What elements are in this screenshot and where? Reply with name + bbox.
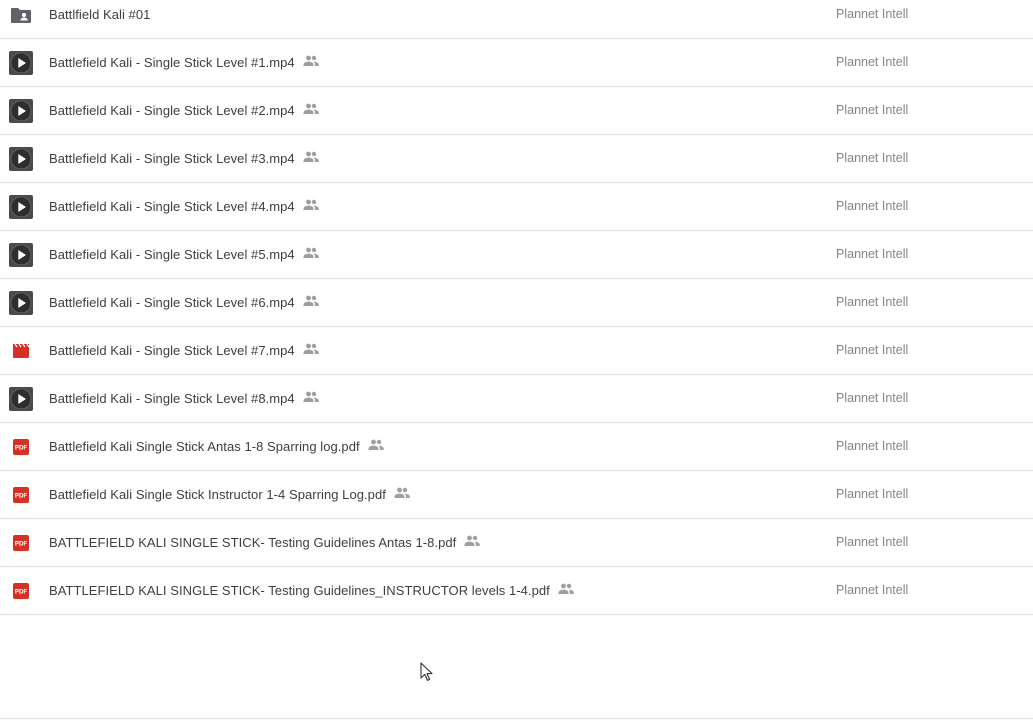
file-row-12[interactable]: PDF BATTLEFIELD KALI SINGLE STICK- Testi… (0, 519, 1033, 567)
file-owner: Plannet Intell (836, 247, 909, 261)
file-row-6[interactable]: Battlefield Kali - Single Stick Level #5… (0, 231, 1033, 279)
file-row-2[interactable]: Battlefield Kali - Single Stick Level #1… (0, 39, 1033, 87)
svg-text:PDF: PDF (15, 540, 28, 547)
video-play-icon (9, 242, 33, 267)
file-owner: Plannet Intell (836, 295, 909, 309)
pdf-icon: PDF (9, 531, 33, 555)
video-play-icon (9, 194, 33, 219)
file-name: Battlefield Kali - Single Stick Level #6… (49, 295, 295, 310)
file-name-cell: Battlefield Kali - Single Stick Level #8… (49, 375, 319, 422)
video-play-icon (9, 50, 33, 75)
pdf-icon: PDF (9, 435, 33, 459)
file-name: BATTLEFIELD KALI SINGLE STICK- Testing G… (49, 583, 550, 598)
file-name-cell: BATTLEFIELD KALI SINGLE STICK- Testing G… (49, 519, 480, 566)
file-name: Battlefield Kali - Single Stick Level #8… (49, 391, 295, 406)
file-name-cell: Battlefield Kali - Single Stick Level #5… (49, 231, 319, 278)
shared-people-icon (464, 533, 480, 549)
file-name: Battlefield Kali Single Stick Antas 1-8 … (49, 439, 360, 454)
file-name-cell: Battlefield Kali - Single Stick Level #2… (49, 87, 319, 134)
file-owner: Plannet Intell (836, 439, 909, 453)
video-play-icon (9, 290, 33, 315)
svg-text:PDF: PDF (15, 492, 28, 499)
file-row-10[interactable]: PDF Battlefield Kali Single Stick Antas … (0, 423, 1033, 471)
video-play-icon (9, 146, 33, 171)
file-name-cell: Battlefield Kali - Single Stick Level #1… (49, 39, 319, 86)
file-name: BATTLEFIELD KALI SINGLE STICK- Testing G… (49, 535, 457, 550)
shared-people-icon (303, 101, 319, 117)
file-name: Battlefield Kali - Single Stick Level #1… (49, 55, 295, 70)
file-name-cell: Battlefield Kali Single Stick Instructor… (49, 471, 410, 518)
video-play-icon (9, 386, 33, 411)
file-row-8[interactable]: Battlefield Kali - Single Stick Level #7… (0, 327, 1033, 375)
file-name-cell: Battlfield Kali #01 (49, 0, 150, 38)
file-row-5[interactable]: Battlefield Kali - Single Stick Level #4… (0, 183, 1033, 231)
list-bottom-divider (0, 718, 1033, 719)
file-row-9[interactable]: Battlefield Kali - Single Stick Level #8… (0, 375, 1033, 423)
file-row-11[interactable]: PDF Battlefield Kali Single Stick Instru… (0, 471, 1033, 519)
shared-people-icon (303, 389, 319, 405)
file-name-cell: Battlefield Kali Single Stick Antas 1-8 … (49, 423, 384, 470)
file-name-cell: Battlefield Kali - Single Stick Level #6… (49, 279, 319, 326)
pdf-icon: PDF (9, 483, 33, 507)
file-row-1[interactable]: Battlfield Kali #01 Plannet Intell (0, 0, 1033, 39)
file-name: Battlefield Kali - Single Stick Level #3… (49, 151, 295, 166)
video-play-icon (9, 98, 33, 123)
file-name: Battlefield Kali Single Stick Instructor… (49, 487, 386, 502)
shared-people-icon (303, 149, 319, 165)
file-name-cell: BATTLEFIELD KALI SINGLE STICK- Testing G… (49, 567, 574, 614)
file-name-cell: Battlefield Kali - Single Stick Level #7… (49, 327, 319, 374)
file-row-4[interactable]: Battlefield Kali - Single Stick Level #3… (0, 135, 1033, 183)
svg-text:PDF: PDF (15, 588, 28, 595)
shared-people-icon (303, 53, 319, 69)
file-name: Battlefield Kali - Single Stick Level #2… (49, 103, 295, 118)
shared-people-icon (303, 245, 319, 261)
shared-people-icon (303, 293, 319, 309)
file-owner: Plannet Intell (836, 199, 909, 213)
shared-folder-icon (9, 3, 33, 27)
file-name: Battlfield Kali #01 (49, 7, 151, 22)
shared-people-icon (394, 485, 410, 501)
mouse-cursor-icon (420, 662, 433, 681)
file-name-cell: Battlefield Kali - Single Stick Level #3… (49, 135, 319, 182)
file-row-13[interactable]: PDF BATTLEFIELD KALI SINGLE STICK- Testi… (0, 567, 1033, 615)
file-owner: Plannet Intell (836, 535, 909, 549)
video-file-icon (9, 339, 33, 363)
file-list: Battlfield Kali #01 Plannet Intell Battl… (0, 0, 1033, 615)
file-owner: Plannet Intell (836, 103, 909, 117)
file-name: Battlefield Kali - Single Stick Level #7… (49, 343, 295, 358)
file-owner: Plannet Intell (836, 55, 909, 69)
shared-people-icon (303, 341, 319, 357)
shared-people-icon (368, 437, 384, 453)
file-name: Battlefield Kali - Single Stick Level #4… (49, 199, 295, 214)
shared-people-icon (558, 581, 574, 597)
file-row-7[interactable]: Battlefield Kali - Single Stick Level #6… (0, 279, 1033, 327)
file-owner: Plannet Intell (836, 7, 909, 21)
file-owner: Plannet Intell (836, 487, 909, 501)
file-owner: Plannet Intell (836, 343, 909, 357)
file-owner: Plannet Intell (836, 583, 909, 597)
file-owner: Plannet Intell (836, 151, 909, 165)
file-name-cell: Battlefield Kali - Single Stick Level #4… (49, 183, 319, 230)
shared-people-icon (303, 197, 319, 213)
pdf-icon: PDF (9, 579, 33, 603)
file-row-3[interactable]: Battlefield Kali - Single Stick Level #2… (0, 87, 1033, 135)
svg-text:PDF: PDF (15, 444, 28, 451)
file-name: Battlefield Kali - Single Stick Level #5… (49, 247, 295, 262)
file-owner: Plannet Intell (836, 391, 909, 405)
